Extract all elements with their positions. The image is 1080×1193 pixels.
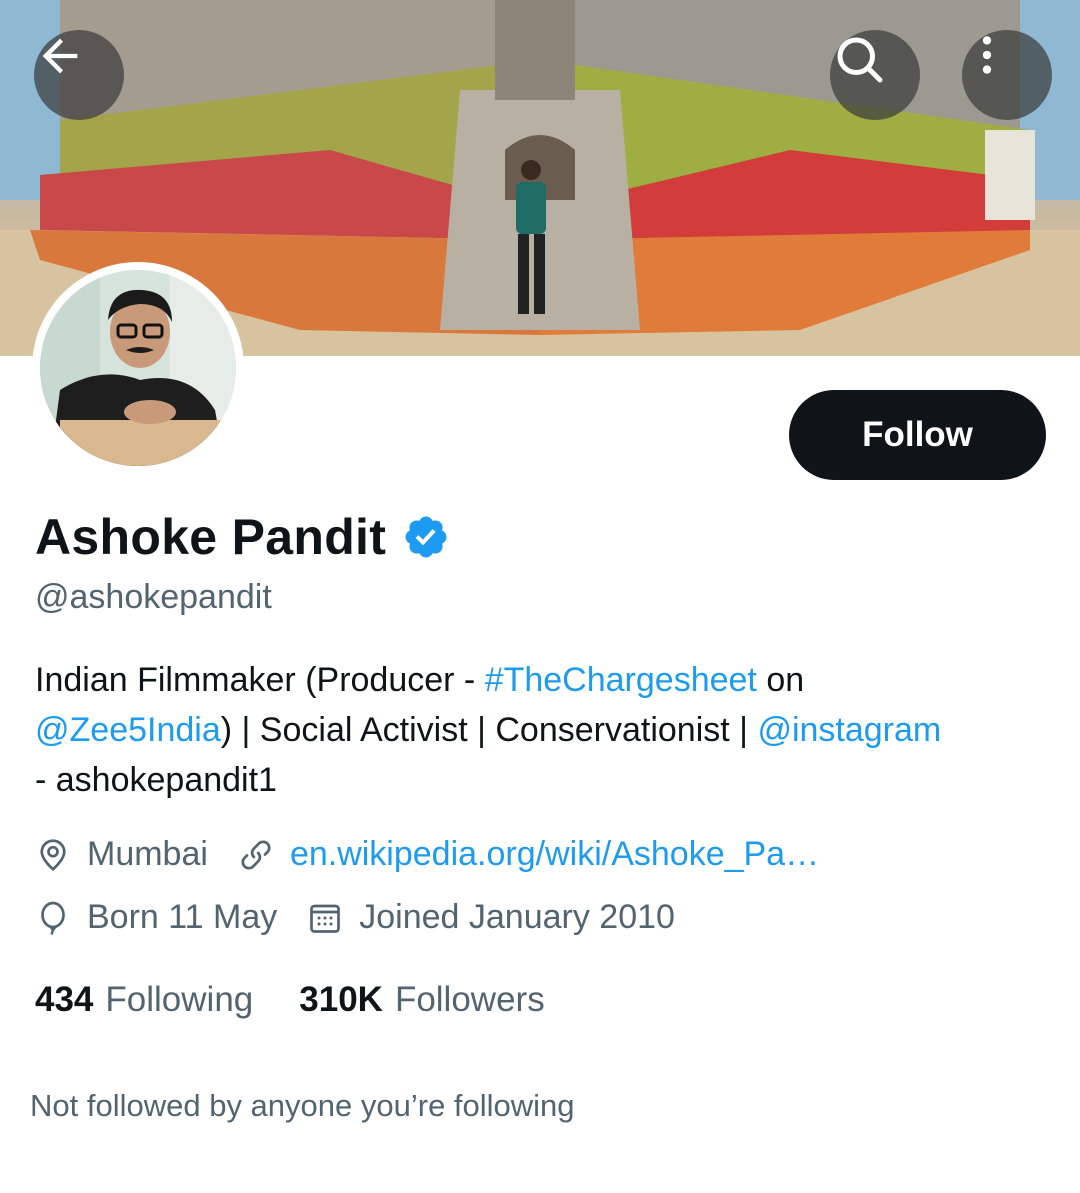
website-link[interactable]: en.wikipedia.org/wiki/Ashoke_Pa… — [290, 835, 819, 874]
profile-handle: @ashokepandit — [35, 578, 272, 616]
birthday-item: Born 11 May — [35, 898, 277, 937]
arrow-left-icon — [42, 38, 78, 74]
profile-meta-row: Born 11 May Joined January 2010 — [35, 898, 705, 937]
birthday-text: Born 11 May — [87, 898, 278, 936]
more-vertical-icon — [982, 36, 992, 74]
website-item[interactable]: en.wikipedia.org/wiki/Ashoke_Pa… — [238, 835, 819, 874]
verified-badge-icon[interactable] — [402, 513, 450, 561]
calendar-icon — [310, 904, 341, 933]
followers-count-link[interactable]: 310K Followers — [299, 980, 544, 1020]
bio-text: on — [756, 661, 805, 699]
following-count-link[interactable]: 434 Following — [35, 980, 253, 1020]
search-icon — [837, 37, 883, 83]
bio-mention-zee5india[interactable]: @Zee5India — [35, 711, 221, 749]
followers-count: 310K — [299, 980, 383, 1019]
following-count: 434 — [35, 980, 94, 1019]
location-text: Mumbai — [87, 835, 208, 873]
followers-label: Followers — [394, 980, 545, 1019]
back-button[interactable] — [34, 30, 124, 120]
joined-item: Joined January 2010 — [307, 898, 675, 937]
location-item: Mumbai — [35, 835, 208, 874]
bio-text: Indian Filmmaker (Producer - — [35, 661, 485, 699]
profile-name: Ashoke Pandit — [35, 509, 387, 565]
name-row: Ashoke Pandit — [35, 505, 450, 569]
bio-mention-instagram[interactable]: @instagram — [757, 711, 941, 749]
profile-bio: Indian Filmmaker (Producer - #TheCharges… — [35, 655, 1055, 805]
profile-meta-row: Mumbai en.wikipedia.org/wiki/Ashoke_Pa… — [35, 835, 849, 874]
avatar-photo — [40, 270, 236, 466]
bio-text: - ashokepandit1 — [35, 761, 277, 799]
location-pin-icon — [40, 838, 66, 871]
link-icon — [241, 840, 271, 869]
profile-page: Follow Ashoke Pandit @ashokepandit India… — [0, 0, 1080, 1193]
balloon-icon — [41, 901, 65, 935]
avatar[interactable] — [32, 262, 244, 474]
avatar-illustration — [40, 270, 236, 466]
joined-text: Joined January 2010 — [359, 898, 675, 936]
more-options-button[interactable] — [962, 30, 1052, 120]
not-followed-notice: Not followed by anyone you’re following — [30, 1088, 575, 1123]
follow-counts: 434 Following 310K Followers — [35, 980, 591, 1020]
bio-hashtag-link[interactable]: #TheChargesheet — [485, 661, 757, 699]
follow-button[interactable]: Follow — [789, 390, 1046, 480]
following-label: Following — [105, 980, 254, 1019]
bio-text: ) | Social Activist | Conservationist | — [220, 711, 758, 749]
search-button[interactable] — [830, 30, 920, 120]
